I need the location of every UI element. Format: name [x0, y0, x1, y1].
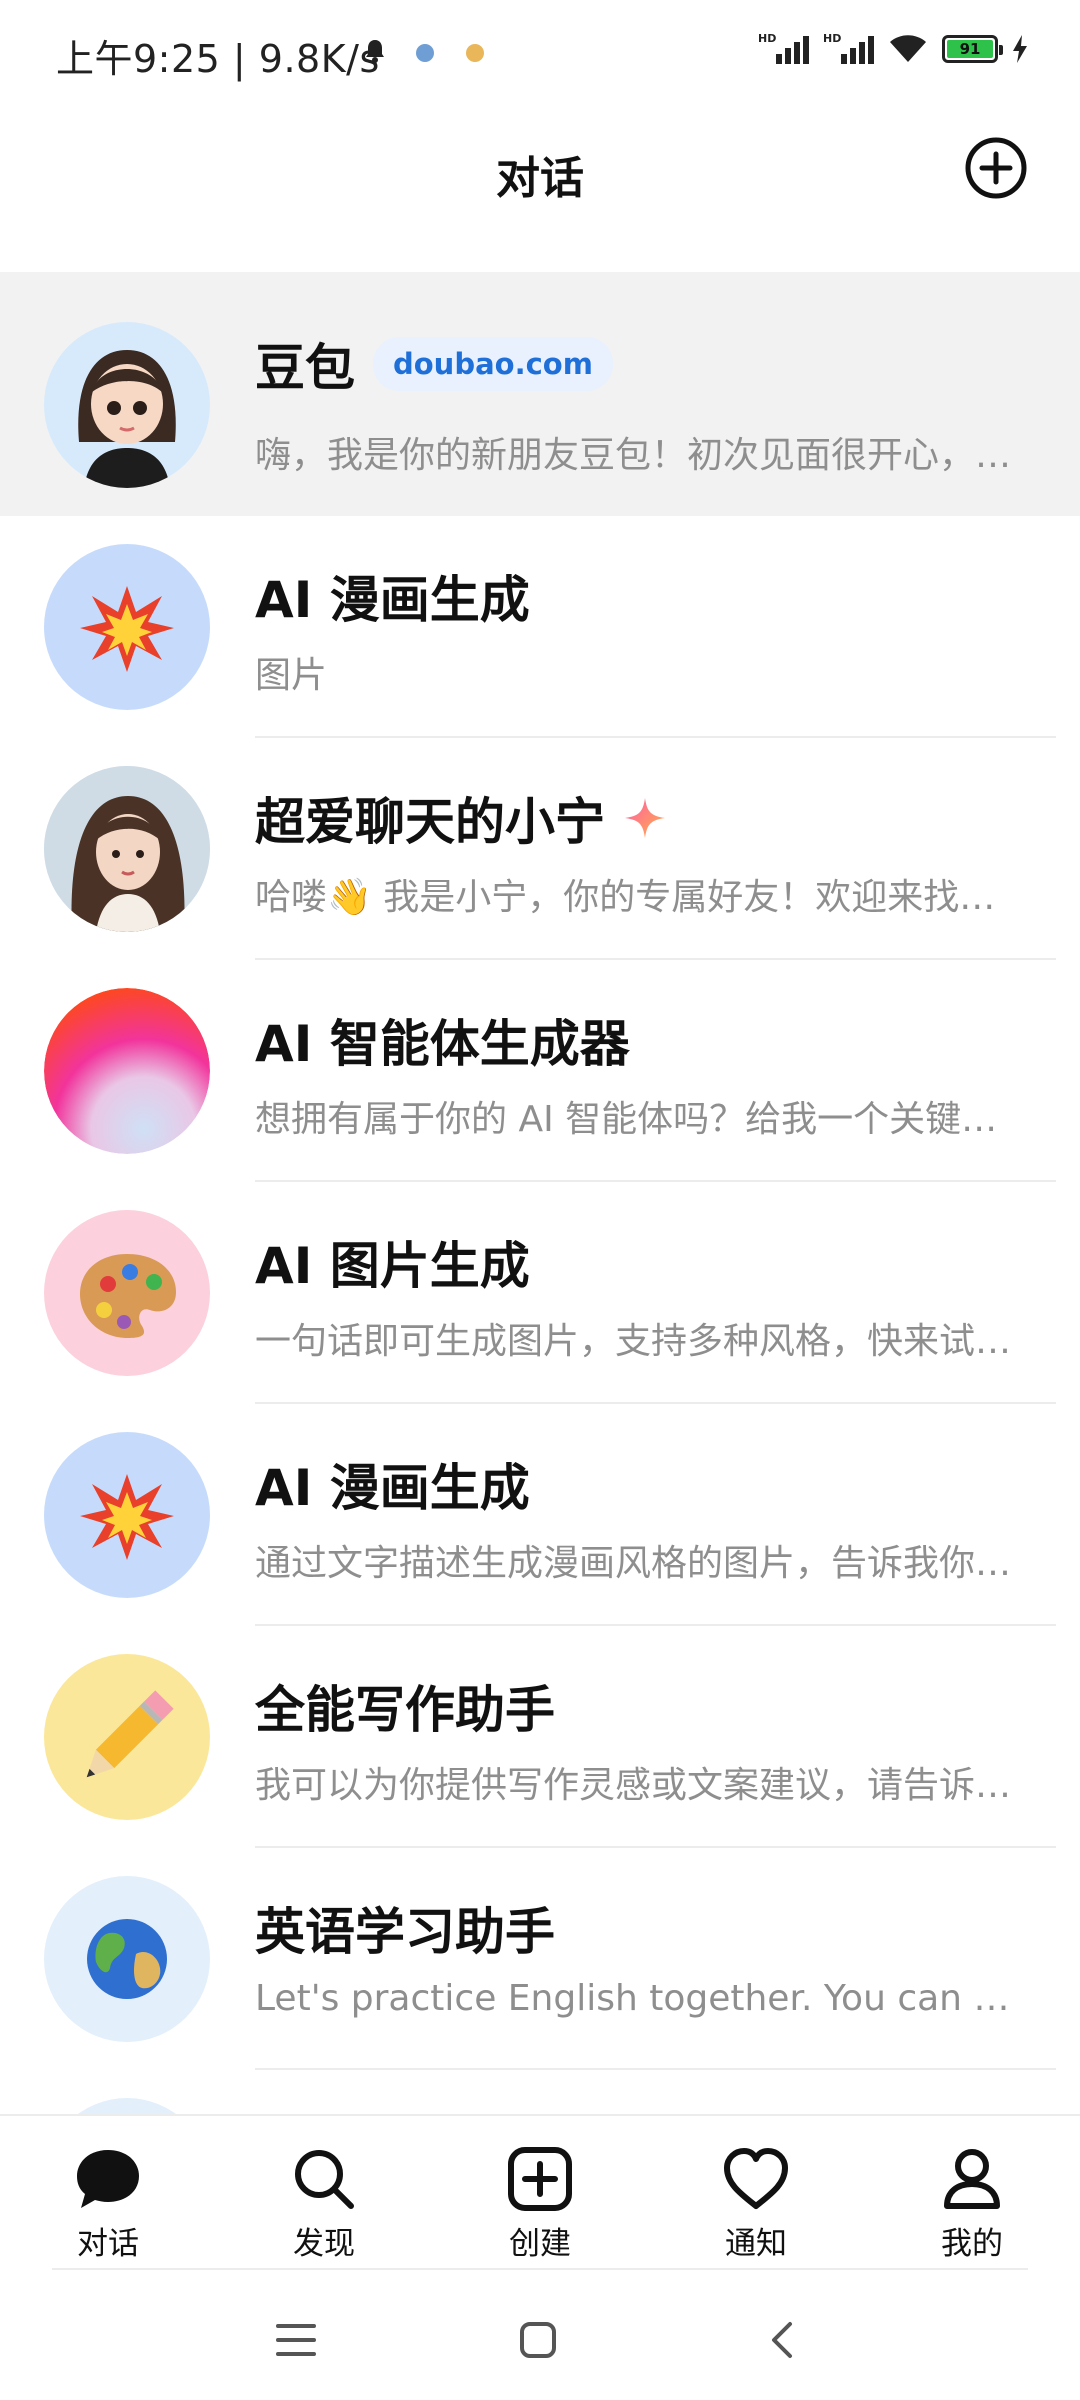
battery-level: 91: [947, 40, 993, 58]
conversation-title: AI 图片生成: [255, 1237, 530, 1295]
conversation-preview: 想拥有属于你的 AI 智能体吗？给我一个关键词试试: [255, 1099, 1015, 1140]
nav-label: 对话: [77, 2226, 139, 2262]
xiaoning-avatar-icon: [44, 766, 210, 932]
conversation-title-row: 英语学习助手: [255, 1892, 555, 1964]
conversation-title: 豆包: [255, 339, 355, 397]
avatar: [44, 1432, 210, 1598]
nav-tab-discover[interactable]: 发现: [244, 2146, 404, 2263]
conversation-title: AI 漫画生成: [255, 1459, 530, 1517]
nav-tab-chat[interactable]: 对话: [28, 2146, 188, 2263]
nav-label: 发现: [293, 2226, 355, 2262]
nav-label: 我的: [941, 2226, 1003, 2262]
conversation-preview: 通过文字描述生成漫画风格的图片，告诉我你的想法: [255, 1543, 1015, 1584]
signal-hd-icon: HD: [823, 32, 874, 64]
conversation-title: AI 智能体生成器: [255, 1015, 630, 1073]
conversation-preview: 哈喽👋 我是小宁，你的专属好友！欢迎来找我聊天: [255, 877, 1015, 918]
conversation-item-partial[interactable]: [0, 2070, 1080, 2114]
bell-icon: [364, 40, 384, 63]
nav-tab-profile[interactable]: 我的: [892, 2146, 1052, 2263]
avatar: [44, 988, 210, 1154]
conversation-item-image-generation[interactable]: AI 图片生成 一句话即可生成图片，支持多种风格，快来试试吧: [0, 1182, 1080, 1404]
bottom-nav: 对话 发现 创建 通知 我的: [0, 2114, 1080, 2274]
pencil-icon: [86, 1690, 174, 1778]
avatar: [44, 766, 210, 932]
conversation-item-agent-generator[interactable]: AI 智能体生成器 想拥有属于你的 AI 智能体吗？给我一个关键词试试: [0, 960, 1080, 1182]
conversation-list: 豆包 doubao.com 嗨，我是你的新朋友豆包！初次见面很开心，有什么我可以…: [0, 272, 1080, 2114]
nav-label: 创建: [509, 2226, 571, 2262]
wifi-icon: [890, 35, 926, 62]
app-notification-icon: [466, 44, 484, 62]
conversation-preview: 图片: [255, 655, 328, 696]
conversation-item-ai-comic[interactable]: AI 漫画生成 图片: [0, 516, 1080, 738]
explosion-icon: [80, 1474, 174, 1560]
conversation-preview: 一句话即可生成图片，支持多种风格，快来试试吧: [255, 1321, 1015, 1362]
app-notification-icon: [416, 44, 434, 62]
page-title: 对话: [496, 153, 584, 204]
palette-icon: [80, 1254, 176, 1338]
doubao-avatar-icon: [78, 350, 176, 488]
home-icon[interactable]: [518, 2320, 558, 2360]
conversation-title-row: 超爱聊天的小宁: [255, 782, 667, 854]
explosion-icon: [80, 586, 174, 672]
gradient-orb-icon: [44, 988, 210, 1154]
status-bar: 上午9:25 | 9.8K/s HD HD 91: [0, 0, 1080, 110]
search-icon: [295, 2150, 354, 2209]
avatar: [44, 1654, 210, 1820]
conversation-title-row: 全能写作助手: [255, 1670, 555, 1742]
heart-icon: [724, 2148, 788, 2209]
battery-icon: 91: [942, 35, 1003, 63]
menu-icon[interactable]: [274, 2320, 318, 2360]
globe-icon: [87, 1919, 167, 1999]
conversation-title: 全能写作助手: [255, 1681, 555, 1739]
charging-icon: [1013, 35, 1027, 63]
conversation-item-writing-assistant[interactable]: 全能写作助手 我可以为你提供写作灵感或文案建议，请告诉我需求: [0, 1626, 1080, 1848]
avatar: [44, 322, 210, 488]
conversation-title-row: 豆包 doubao.com: [255, 328, 613, 400]
header: 对话: [0, 110, 1080, 270]
avatar: [44, 2098, 210, 2114]
chat-bubble-icon: [77, 2150, 139, 2208]
system-nav-bar: [0, 2290, 1080, 2400]
nav-tab-create[interactable]: 创建: [460, 2146, 620, 2263]
status-icons: HD HD 91: [758, 32, 1028, 64]
conversation-title: 超爱聊天的小宁: [255, 793, 605, 851]
conversation-title-row: AI 漫画生成: [255, 560, 530, 632]
avatar: [44, 1210, 210, 1376]
conversation-item-english-assistant[interactable]: 英语学习助手 Let's practice English together. …: [0, 1848, 1080, 2070]
avatar: [44, 1876, 210, 2042]
profile-icon: [944, 2149, 1000, 2209]
nav-tab-notifications[interactable]: 通知: [676, 2146, 836, 2263]
conversation-preview: Let's practice English together. You can…: [255, 1978, 1015, 2019]
conversation-item-xiaoning[interactable]: 超爱聊天的小宁 哈喽👋 我是小宁，你的专属好友！欢迎来找我聊天: [0, 738, 1080, 960]
nav-label: 通知: [725, 2226, 787, 2262]
conversation-item-ai-comic-2[interactable]: AI 漫画生成 通过文字描述生成漫画风格的图片，告诉我你的想法: [0, 1404, 1080, 1626]
sparkle-icon: [625, 798, 665, 838]
divider: [52, 2268, 1028, 2270]
add-chat-button[interactable]: [964, 136, 1028, 200]
conversation-title-row: AI 图片生成: [255, 1226, 530, 1298]
create-plus-icon: [508, 2147, 572, 2211]
status-time-and-speed: 上午9:25 | 9.8K/s: [56, 37, 380, 81]
signal-hd-icon: HD: [758, 32, 809, 64]
conversation-title-row: AI 智能体生成器: [255, 1004, 630, 1076]
avatar: [44, 544, 210, 710]
domain-badge: doubao.com: [373, 337, 613, 391]
back-icon[interactable]: [766, 2320, 796, 2360]
conversation-preview: 我可以为你提供写作灵感或文案建议，请告诉我需求: [255, 1765, 1015, 1806]
conversation-preview: 嗨，我是你的新朋友豆包！初次见面很开心，有什么我可以帮你的吗: [255, 435, 1015, 476]
conversation-title-row: AI 漫画生成: [255, 1448, 530, 1520]
conversation-item-doubao[interactable]: 豆包 doubao.com 嗨，我是你的新朋友豆包！初次见面很开心，有什么我可以…: [0, 272, 1080, 516]
conversation-title: AI 漫画生成: [255, 571, 530, 629]
conversation-title: 英语学习助手: [255, 1903, 555, 1961]
